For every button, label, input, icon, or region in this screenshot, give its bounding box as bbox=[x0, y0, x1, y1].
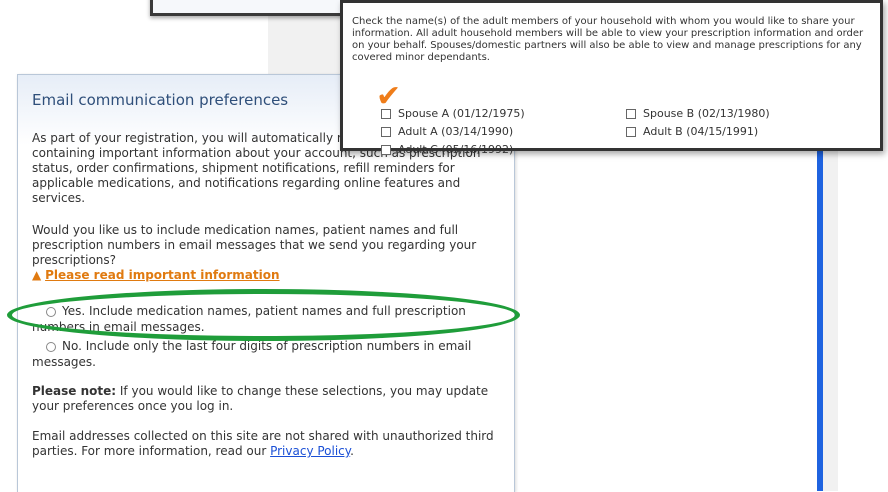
privacy-body: Email addresses collected on this site a… bbox=[32, 429, 494, 458]
warning-triangle-icon: ▲ bbox=[32, 268, 42, 282]
question-text: Would you like us to include medication … bbox=[32, 223, 477, 267]
member-label: Spouse A (01/12/1975) bbox=[398, 107, 525, 120]
household-sharing-popup: Check the name(s) of the adult members o… bbox=[340, 0, 883, 156]
member-adult-a[interactable]: Adult A (03/14/1990) bbox=[381, 125, 513, 138]
privacy-policy-link[interactable]: Privacy Policy bbox=[270, 444, 350, 458]
important-info-link[interactable]: Please read important information bbox=[45, 268, 279, 282]
radio-yes[interactable] bbox=[46, 306, 56, 317]
member-checkbox[interactable] bbox=[381, 145, 391, 155]
member-adult-c[interactable]: Adult C (05/16/1992) bbox=[381, 143, 513, 156]
panel-title: Email communication preferences bbox=[32, 91, 289, 109]
member-label: Adult A (03/14/1990) bbox=[398, 125, 514, 138]
member-label: Adult C (05/16/1992) bbox=[398, 143, 514, 156]
note-label: Please note: bbox=[32, 384, 117, 398]
option-no[interactable]: No. Include only the last four digits of… bbox=[32, 338, 512, 370]
member-label: Adult B (04/15/1991) bbox=[643, 125, 759, 138]
member-checkbox[interactable] bbox=[626, 109, 636, 119]
radio-no[interactable] bbox=[46, 341, 56, 352]
note-text: Please note: If you would like to change… bbox=[32, 384, 512, 414]
member-checkbox[interactable] bbox=[626, 127, 636, 137]
important-info-line: ▲ Please read important information bbox=[32, 268, 280, 282]
member-checkbox[interactable] bbox=[381, 127, 391, 137]
member-adult-b[interactable]: Adult B (04/15/1991) bbox=[626, 125, 758, 138]
member-spouse-b[interactable]: Spouse B (02/13/1980) bbox=[626, 107, 770, 120]
privacy-text: Email addresses collected on this site a… bbox=[32, 429, 512, 459]
privacy-end: . bbox=[350, 444, 354, 458]
member-spouse-a[interactable]: Spouse A (01/12/1975) bbox=[381, 107, 525, 120]
member-checkbox[interactable] bbox=[381, 109, 391, 119]
member-label: Spouse B (02/13/1980) bbox=[643, 107, 770, 120]
option-no-label: No. Include only the last four digits of… bbox=[32, 339, 472, 369]
option-yes-label: Yes. Include medication names, patient n… bbox=[32, 304, 466, 334]
option-yes[interactable]: Yes. Include medication names, patient n… bbox=[32, 303, 512, 335]
household-instructions: Check the name(s) of the adult members o… bbox=[352, 16, 864, 63]
